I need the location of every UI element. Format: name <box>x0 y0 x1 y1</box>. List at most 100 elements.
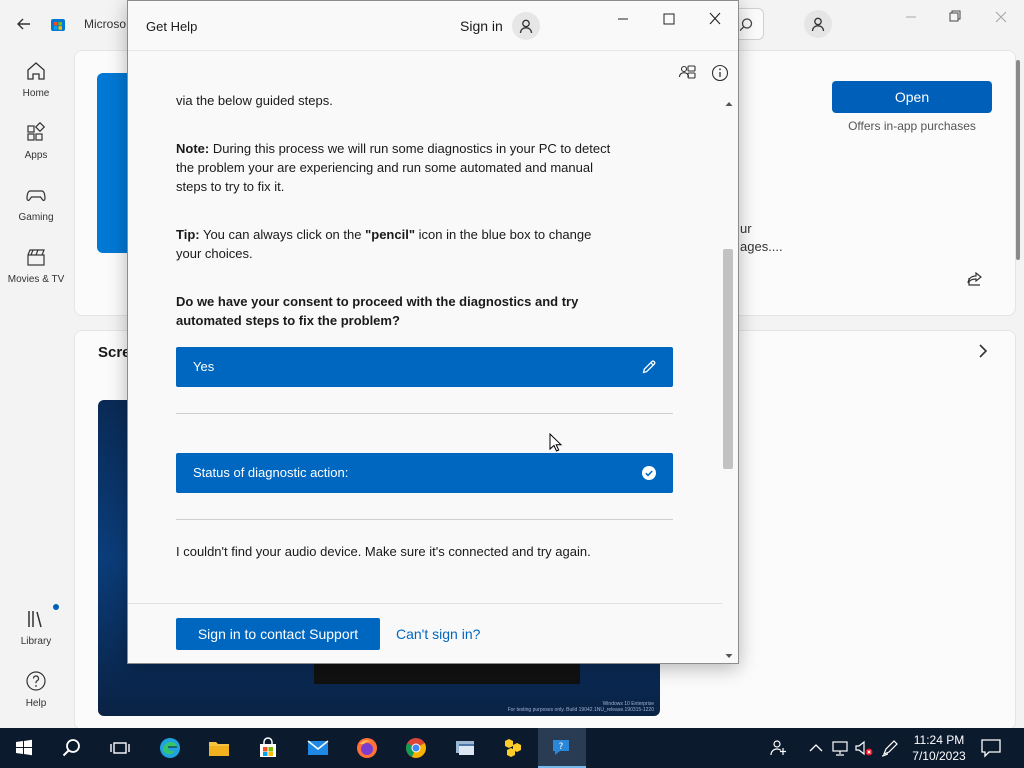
sidebar-item-home[interactable]: Home <box>0 60 72 116</box>
search-icon <box>739 18 753 32</box>
get-help-window: Get Help Sign in via the below guided st… <box>127 0 739 664</box>
volume-muted-icon[interactable] <box>854 738 874 758</box>
library-update-badge <box>53 604 59 610</box>
share-icon[interactable] <box>966 270 984 293</box>
store-account-avatar[interactable] <box>804 10 832 38</box>
tip-text: You can always click on the <box>199 227 366 242</box>
pencil-icon[interactable] <box>641 359 657 375</box>
scroll-down-arrow-icon[interactable] <box>724 651 734 661</box>
note-paragraph: Note: During this process we will run so… <box>176 139 616 196</box>
divider <box>176 519 673 520</box>
cant-sign-in-link[interactable]: Can't sign in? <box>396 626 480 642</box>
gamepad-icon <box>26 190 46 201</box>
edge-taskbar-icon[interactable] <box>146 728 194 768</box>
notification-icon[interactable] <box>980 738 1002 763</box>
home-icon <box>27 62 45 80</box>
task-view-button[interactable] <box>96 728 144 768</box>
task-view-icon <box>110 742 130 754</box>
back-arrow-icon[interactable] <box>14 14 34 34</box>
get-help-titlebar: Get Help Sign in <box>128 1 738 51</box>
pen-icon[interactable] <box>880 738 900 758</box>
help-icon <box>26 671 46 691</box>
sidebar-item-library[interactable]: Library <box>0 604 72 664</box>
store-restore-icon[interactable] <box>940 8 970 26</box>
store-sidebar: Home Apps Gaming Movies & TV Library Hel… <box>0 48 72 728</box>
window-stack-icon <box>456 741 474 755</box>
network-icon[interactable] <box>830 738 850 758</box>
sidebar-item-help[interactable]: Help <box>0 670 72 726</box>
get-help-taskbar-icon[interactable]: ? <box>538 728 586 768</box>
close-icon[interactable] <box>706 11 724 27</box>
sign-in-contact-support-button[interactable]: Sign in to contact Support <box>176 618 380 650</box>
open-app-button[interactable]: Open <box>832 81 992 113</box>
scroll-up-arrow-icon[interactable] <box>724 99 734 109</box>
start-button[interactable] <box>0 728 48 768</box>
taskbar-search[interactable] <box>48 728 96 768</box>
tip-bold: "pencil" <box>365 227 415 242</box>
screenshot-dark-bar <box>314 662 580 684</box>
tip-label: Tip: <box>176 227 200 242</box>
store-description-fragment: ur <box>740 221 752 236</box>
scrollbar-thumb[interactable] <box>723 249 733 469</box>
content-scrollbar[interactable] <box>722 97 736 663</box>
consent-answer-box[interactable]: Yes <box>176 347 673 387</box>
maximize-icon[interactable] <box>660 11 678 27</box>
sidebar-item-label: Apps <box>24 150 48 161</box>
hexagons-icon <box>505 739 521 757</box>
store-bag-icon <box>260 737 276 757</box>
consent-answer: Yes <box>193 359 215 374</box>
taskbar: ? 11:24 PM 7/10/2023 <box>0 728 1024 768</box>
people-icon[interactable] <box>769 738 789 758</box>
clapperboard-icon <box>27 249 45 266</box>
taskbar-clock[interactable]: 11:24 PM 7/10/2023 <box>904 732 974 764</box>
svg-text:?: ? <box>559 742 564 752</box>
remote-desktop-taskbar-icon[interactable] <box>441 728 489 768</box>
tip-paragraph: Tip: You can always click on the "pencil… <box>176 225 616 263</box>
mail-taskbar-icon[interactable] <box>294 728 342 768</box>
sidebar-item-label: Help <box>25 698 47 709</box>
sidebar-item-label: Movies & TV <box>7 274 65 285</box>
windows-logo-icon <box>16 739 32 756</box>
diagnostic-status-label: Status of diagnostic action: <box>193 465 349 480</box>
minimize-icon[interactable] <box>614 11 632 27</box>
chrome-icon <box>406 738 426 758</box>
store-minimize-icon[interactable] <box>896 8 926 26</box>
sidebar-item-label: Home <box>22 88 50 99</box>
mouse-cursor-icon <box>549 433 563 452</box>
chrome-taskbar-icon[interactable] <box>392 728 440 768</box>
store-description-fragment: ages.... <box>740 239 783 254</box>
sidebar-item-movies[interactable]: Movies & TV <box>0 246 72 302</box>
diagnostic-result: I couldn't find your audio device. Make … <box>176 544 591 559</box>
get-help-icon: ? <box>553 740 569 755</box>
divider <box>176 413 673 414</box>
sign-in-link[interactable]: Sign in <box>460 18 503 34</box>
intro-text: via the below guided steps. <box>176 93 333 108</box>
person-icon <box>519 19 533 34</box>
screenshots-section-title: Scre <box>98 344 131 361</box>
diagnostic-status-box: Status of diagnostic action: <box>176 453 673 493</box>
library-icon <box>28 611 42 628</box>
sidebar-item-label: Gaming <box>18 212 54 223</box>
get-help-footer: Sign in to contact Support Can't sign in… <box>128 603 722 663</box>
tips-taskbar-icon[interactable] <box>490 728 538 768</box>
store-taskbar-icon[interactable] <box>244 728 292 768</box>
store-title: Microso <box>84 17 127 31</box>
file-explorer-taskbar-icon[interactable] <box>195 728 243 768</box>
firefox-taskbar-icon[interactable] <box>343 728 391 768</box>
sidebar-item-apps[interactable]: Apps <box>0 122 72 178</box>
sidebar-item-gaming[interactable]: Gaming <box>0 184 72 240</box>
firefox-icon <box>357 738 377 758</box>
note-text: During this process we will run some dia… <box>176 141 611 194</box>
chevron-up-icon[interactable] <box>806 738 826 758</box>
check-circle-icon <box>642 466 656 480</box>
store-logo-icon <box>50 16 66 32</box>
screenshot-watermark: Windows 10 Enterprise For testing purpos… <box>507 701 654 713</box>
account-avatar[interactable] <box>512 12 540 40</box>
store-close-icon[interactable] <box>986 8 1016 26</box>
chevron-right-icon[interactable] <box>975 343 991 364</box>
mail-icon <box>307 740 329 755</box>
store-scrollbar[interactable] <box>1016 60 1020 260</box>
window-title: Get Help <box>146 19 198 34</box>
store-search-button[interactable] <box>736 8 764 40</box>
sidebar-item-label: Library <box>20 636 52 647</box>
